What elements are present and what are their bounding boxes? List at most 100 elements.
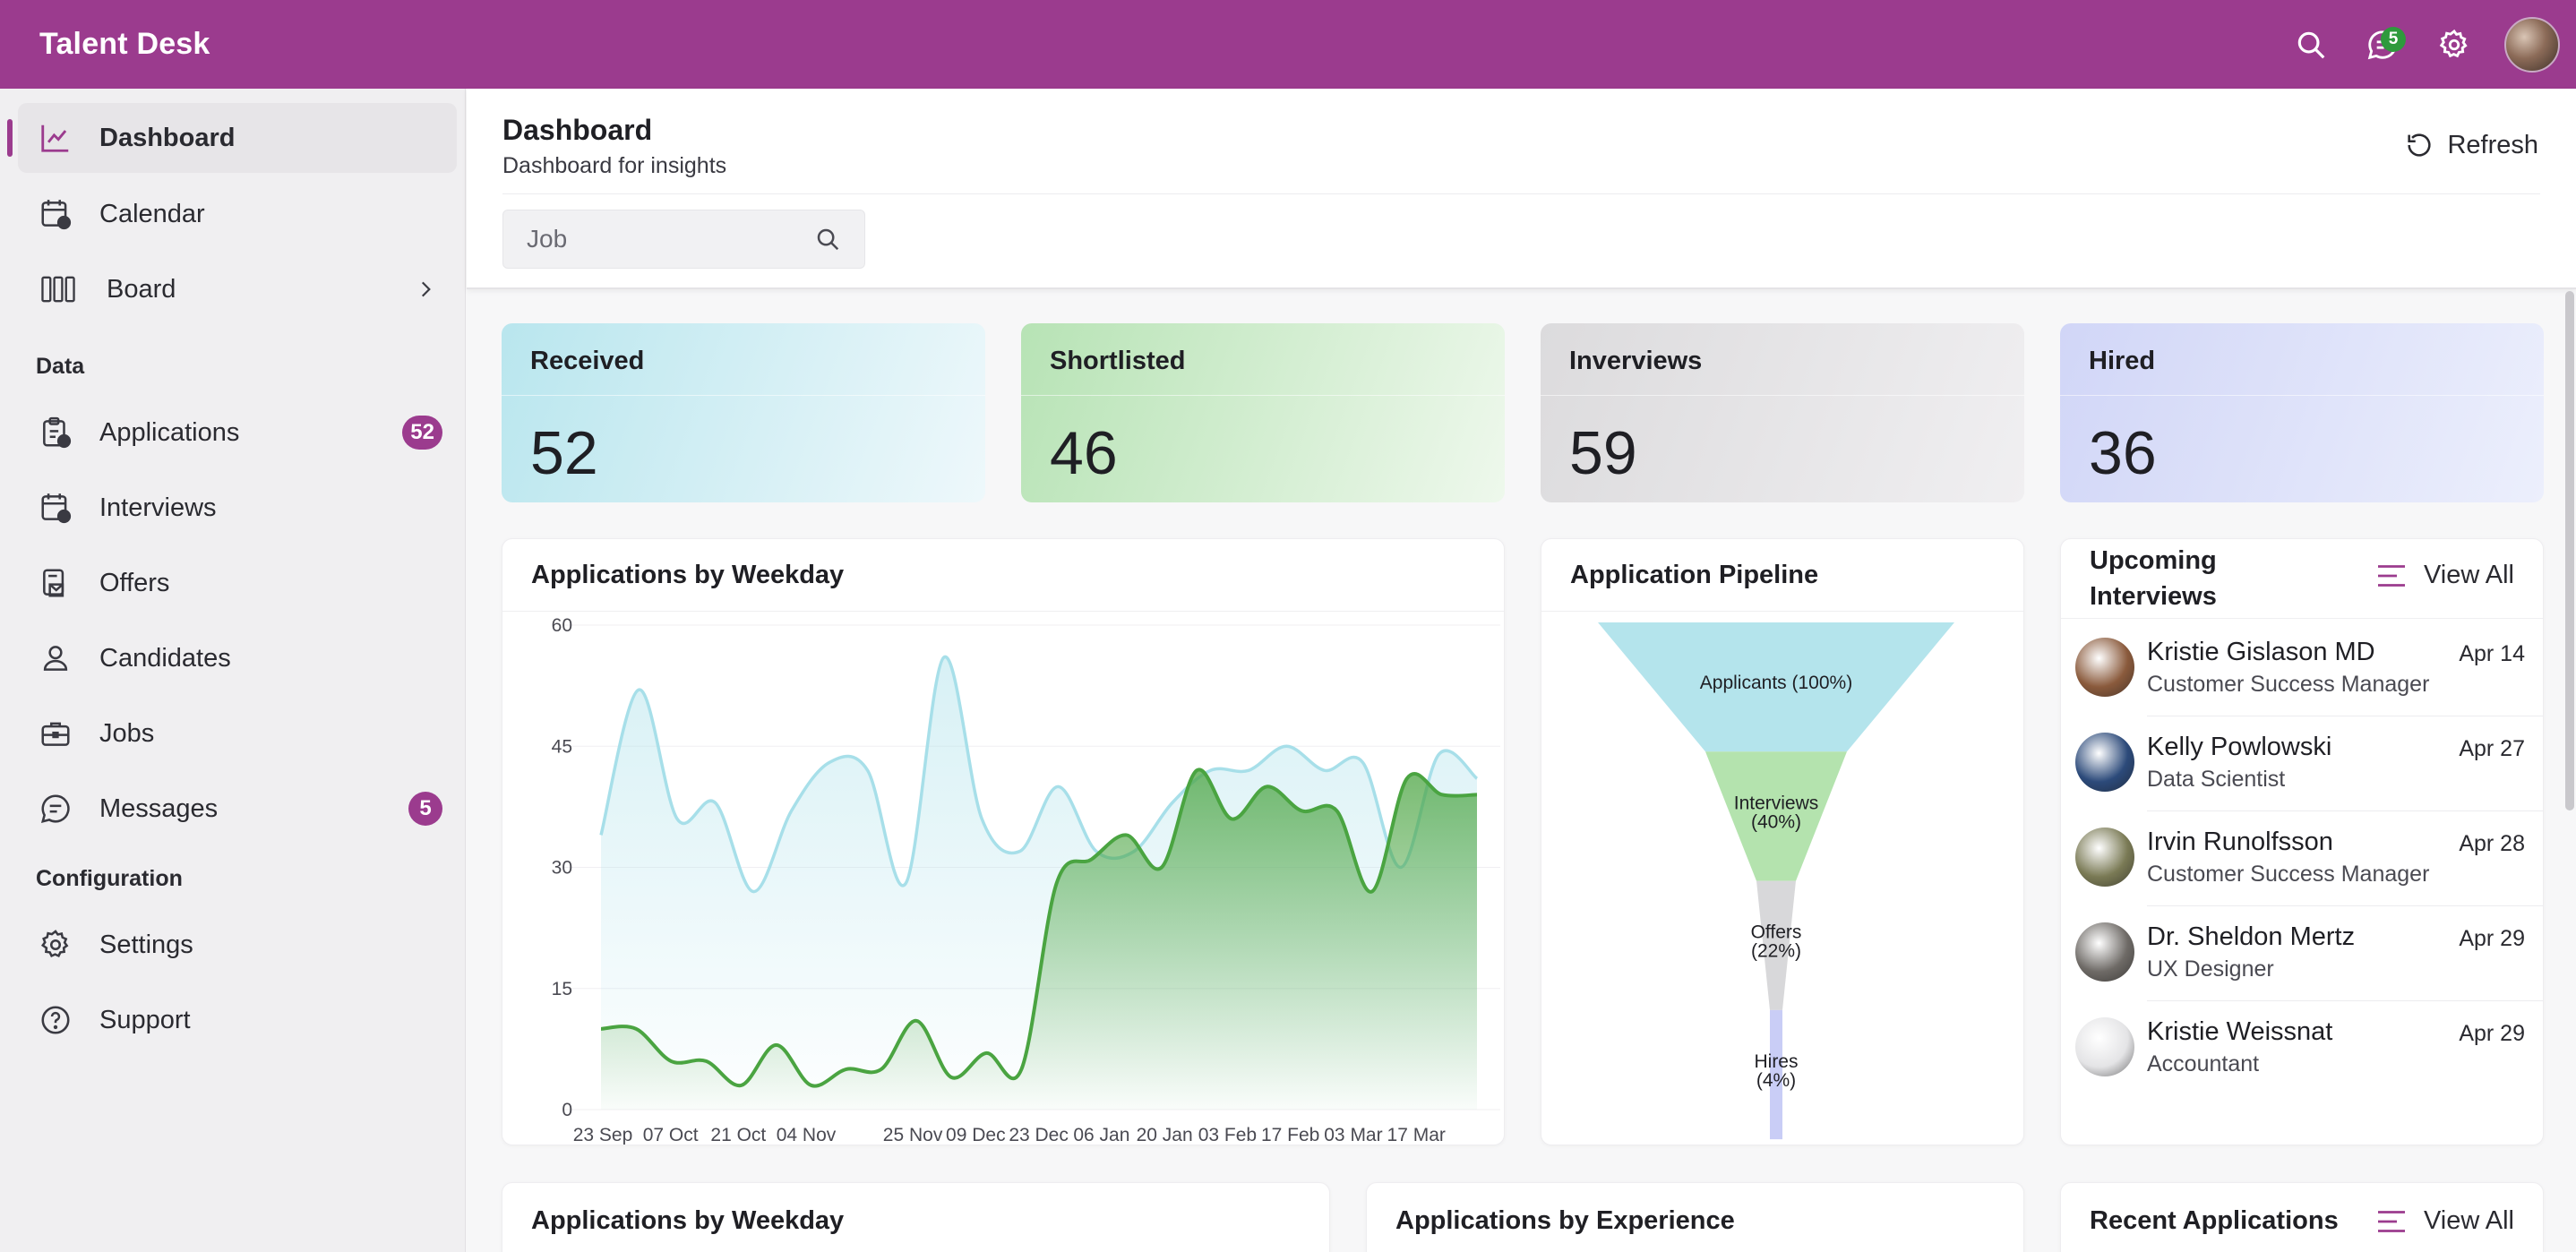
view-all-label: View All [2423, 1206, 2514, 1235]
search-icon[interactable] [814, 226, 841, 253]
weekday-area-chart: 01530456023 Sep 07 Oct 21 Oct 04 Nov 25 Nov 0… [552, 615, 1500, 1145]
refresh-icon [2408, 133, 2432, 157]
chat-icon [38, 791, 73, 827]
user-avatar[interactable] [2504, 16, 2560, 73]
sidebar-item-support[interactable]: Support [18, 985, 457, 1055]
x-tick-label: 03 Mar [1324, 1125, 1382, 1145]
candidate-name: Irvin Runolfsson [2147, 828, 2333, 856]
funnel-label: (4%) [1756, 1070, 1796, 1091]
sidebar-item-label: Board [107, 274, 176, 304]
stat-value: 52 [530, 419, 598, 487]
interview-date: Apr 29 [2459, 926, 2525, 951]
candidate-name: Dr. Sheldon Mertz [2147, 922, 2356, 951]
header-divider [502, 193, 2540, 194]
experience-panel: Applications by Experience [1366, 1182, 2024, 1252]
view-all-interviews-button[interactable]: View All [2375, 561, 2514, 590]
stat-divider [502, 395, 985, 396]
sidebar-item-interviews[interactable]: Interviews [18, 473, 457, 543]
sidebar-item-offers[interactable]: Offers [18, 548, 457, 618]
avatar [2075, 828, 2134, 887]
section-title-data: Data [36, 354, 85, 379]
sidebar-item-label: Settings [99, 930, 193, 959]
page-subtitle: Dashboard for insights [502, 153, 727, 178]
stat-card-shortlisted[interactable]: Shortlisted 46 [1021, 323, 1505, 502]
recent-applications-panel: Recent Applications View All [2060, 1182, 2544, 1252]
stat-card-received[interactable]: Received 52 [502, 323, 985, 502]
refresh-button[interactable]: Refresh [2404, 124, 2538, 166]
stat-title: Hired [2089, 347, 2156, 375]
job-search-input[interactable] [527, 225, 795, 253]
stat-value: 59 [1569, 419, 1637, 487]
job-search[interactable] [502, 210, 865, 269]
view-all-label: View All [2423, 561, 2514, 589]
top-bar: Talent Desk 5 [0, 0, 2576, 89]
messages-button[interactable]: 5 [2347, 9, 2418, 81]
view-all-applications-button[interactable]: View All [2375, 1206, 2514, 1236]
sidebar-item-jobs[interactable]: Jobs [18, 699, 457, 768]
pipeline-funnel-chart: Applicants (100%) Interviews(40%) Offers(2… [1598, 622, 1954, 1140]
stat-divider [1541, 395, 2024, 396]
interview-date: Apr 14 [2459, 641, 2525, 666]
avatar [2075, 638, 2134, 697]
search-button[interactable] [2275, 9, 2347, 81]
sidebar-item-calendar[interactable]: Calendar [18, 179, 457, 249]
stat-card-interviews[interactable]: Inverviews 59 [1541, 323, 2024, 502]
funnel-label: Offers [1751, 922, 1802, 943]
interview-list-item[interactable]: Irvin Runolfsson Customer Success Manager… [2061, 811, 2543, 906]
stat-card-hired[interactable]: Hired 36 [2060, 323, 2544, 502]
settings-button[interactable] [2418, 9, 2490, 81]
candidate-role: Customer Success Manager [2147, 672, 2430, 697]
interview-list-item[interactable]: Kristie Weissnat Accountant Apr 29 [2061, 1001, 2543, 1096]
stat-value: 46 [1050, 419, 1118, 487]
panel-title: Upcoming Interviews [2090, 543, 2217, 614]
pipeline-panel: Application Pipeline Applicants (100%) In… [1541, 538, 2024, 1145]
sidebar-item-label: Candidates [99, 643, 231, 673]
sidebar-item-applications[interactable]: Applications 52 [18, 398, 457, 467]
sidebar-item-label: Support [99, 1005, 191, 1034]
candidate-role: Accountant [2147, 1051, 2260, 1076]
sidebar: Dashboard Calendar Board Data Applicatio… [0, 89, 466, 1252]
panel-title: Recent Applications [2090, 1206, 2339, 1235]
panel-title-line: Interviews [2090, 582, 2217, 611]
chart-line-icon [38, 120, 73, 156]
weekday-bottom-panel: Applications by Weekday [502, 1182, 1330, 1252]
interview-list-item[interactable]: Kelly Powlowski Data Scientist Apr 27 [2061, 716, 2543, 811]
interview-date: Apr 28 [2459, 831, 2525, 856]
sidebar-item-settings[interactable]: Settings [18, 910, 457, 980]
candidate-name: Kristie Weissnat [2147, 1017, 2333, 1046]
stat-value: 36 [2089, 419, 2157, 487]
sidebar-item-label: Jobs [99, 718, 155, 748]
stat-title: Received [530, 347, 645, 375]
messages-count-badge: 5 [408, 792, 442, 826]
sidebar-item-messages[interactable]: Messages 5 [18, 774, 457, 844]
list-icon [2377, 1210, 2405, 1232]
panel-divider [2061, 618, 2543, 619]
app-title[interactable]: Talent Desk [39, 27, 210, 62]
stat-divider [2060, 395, 2544, 396]
x-tick-label: 07 Oct [643, 1125, 699, 1145]
funnel-label: (40%) [1751, 811, 1801, 832]
sidebar-item-label: Messages [99, 793, 219, 823]
refresh-label: Refresh [2447, 130, 2538, 159]
interview-list-item[interactable]: Kristie Gislason MD Customer Success Mana… [2061, 622, 2543, 716]
sidebar-item-candidates[interactable]: Candidates [18, 623, 457, 693]
sidebar-item-label: Interviews [99, 493, 217, 522]
upcoming-interviews-panel: Upcoming Interviews View All Kristie Gis… [2060, 538, 2544, 1145]
panel-title-line: Upcoming [2090, 546, 2217, 575]
funnel-label: (22%) [1751, 941, 1801, 962]
interview-list-item[interactable]: Dr. Sheldon Mertz UX Designer Apr 29 [2061, 906, 2543, 1001]
y-tick-label: 60 [552, 615, 572, 636]
sidebar-item-board[interactable]: Board [18, 254, 457, 324]
page-scrollbar[interactable] [2565, 291, 2574, 810]
funnel-label: Interviews [1734, 793, 1819, 813]
chevron-right-icon[interactable] [414, 278, 437, 301]
calendar-clock-icon [38, 196, 73, 232]
sidebar-item-dashboard[interactable]: Dashboard [7, 103, 457, 173]
y-tick-label: 15 [552, 979, 572, 999]
avatar [2075, 733, 2134, 792]
person-icon [38, 640, 73, 676]
applications-count-badge: 52 [402, 416, 442, 450]
stat-divider [1021, 395, 1505, 396]
sidebar-item-label: Dashboard [99, 123, 236, 152]
y-tick-label: 30 [552, 858, 572, 879]
